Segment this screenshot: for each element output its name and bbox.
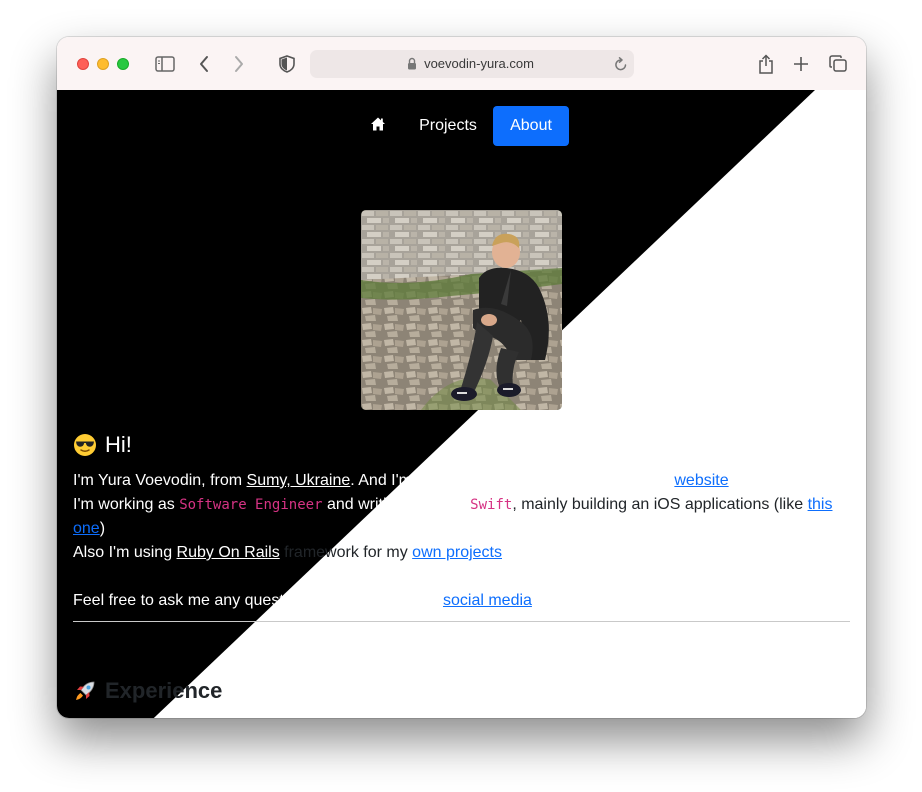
nav-about-link[interactable]: About	[493, 106, 569, 146]
hi-heading-text: Hi!	[105, 432, 132, 457]
intro-line1-mid: . And I'm glad that you took a time to v…	[350, 472, 675, 489]
rails-link[interactable]: Ruby On Rails	[177, 544, 280, 561]
house-icon	[371, 117, 385, 131]
sunglasses-emoji-icon	[74, 434, 96, 456]
top-navbar: Projects About	[57, 106, 866, 146]
forward-arrow-icon[interactable]	[231, 52, 247, 76]
own-projects-link[interactable]: own projects	[412, 544, 502, 561]
intro-paragraph: I'm Yura Voevodin, from Sumy, Ukraine. A…	[73, 469, 853, 565]
hi-heading: Hi!	[73, 432, 132, 458]
intro-line2-end: )	[99, 520, 106, 537]
zoom-window-button[interactable]	[117, 58, 129, 70]
language-code: Swift	[470, 497, 513, 513]
reload-icon[interactable]	[614, 56, 628, 77]
url-text[interactable]: voevodin-yura.com	[310, 50, 634, 78]
minimize-window-button[interactable]	[97, 58, 109, 70]
address-bar[interactable]: voevodin-yura.com	[310, 50, 634, 78]
follow-text: Feel free to ask me any questions and fo…	[73, 592, 443, 609]
lock-icon	[407, 57, 417, 75]
location-link[interactable]: Sumy, Ukraine	[247, 472, 351, 489]
experience-heading: Experience	[73, 678, 222, 704]
social-media-link[interactable]: social media	[443, 592, 532, 609]
tab-overview-icon[interactable]	[827, 52, 849, 76]
back-arrow-icon[interactable]	[196, 52, 212, 76]
sidebar-toggle-icon[interactable]	[154, 52, 176, 76]
section-divider	[73, 621, 850, 622]
browser-window: voevodin-yura.com Projects About Hi! I'm…	[57, 37, 866, 718]
close-window-button[interactable]	[77, 58, 89, 70]
intro-line3-text: Also I'm using	[73, 544, 177, 561]
experience-heading-text: Experience	[105, 678, 223, 703]
nav-projects-link[interactable]: Projects	[408, 106, 488, 146]
job-title-code: Software Engineer	[179, 497, 323, 513]
intro-line2-post: , mainly building an iOS applications (l…	[512, 496, 808, 513]
share-icon[interactable]	[756, 52, 776, 76]
follow-paragraph: Feel free to ask me any questions and fo…	[73, 589, 853, 613]
profile-photo	[361, 210, 562, 410]
intro-line2-text: I'm working as	[73, 496, 180, 513]
browser-toolbar: voevodin-yura.com	[57, 37, 866, 91]
page-content: Projects About Hi! I'm Yura Voevodin, fr…	[57, 90, 866, 718]
rocket-emoji-icon	[76, 681, 95, 700]
intro-line1-text: I'm Yura Voevodin, from	[73, 472, 247, 489]
nav-home-link[interactable]	[360, 106, 396, 146]
website-link[interactable]: website	[674, 472, 728, 489]
new-tab-plus-icon[interactable]	[791, 52, 811, 76]
intro-line3-mid: framework for my	[279, 544, 413, 561]
intro-line2-mid: and writing code on	[322, 496, 471, 513]
privacy-shield-icon[interactable]	[277, 52, 297, 76]
